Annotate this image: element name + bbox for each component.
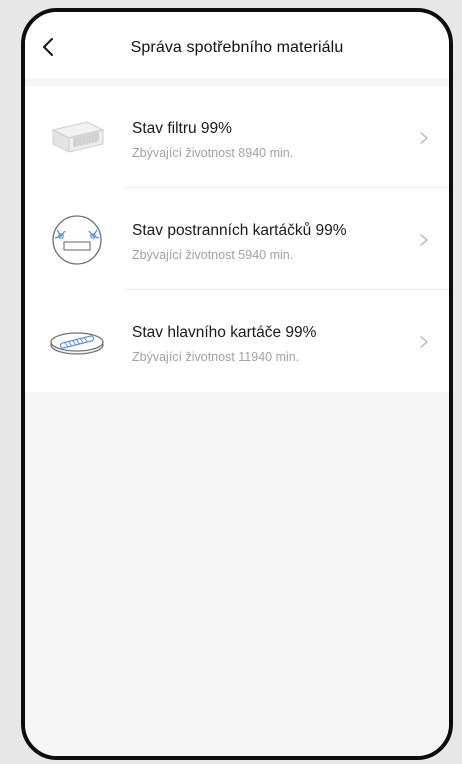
consumable-remaining: Zbývající životnost 11940 min. bbox=[132, 350, 300, 364]
chevron-right-icon bbox=[420, 336, 428, 348]
consumable-remaining: Zbývající životnost 8940 min. bbox=[132, 146, 294, 160]
consumable-remaining: Zbývající životnost 5940 min. bbox=[132, 248, 294, 262]
consumable-row-main-brush[interactable]: Stav hlavního kartáče 99% Zbývající živo… bbox=[25, 290, 449, 392]
empty-area bbox=[25, 392, 449, 756]
consumable-title: Stav filtru 99% bbox=[132, 120, 232, 137]
header: Správa spotřebního materiálu bbox=[25, 12, 449, 78]
chevron-right-icon bbox=[420, 234, 428, 246]
consumable-title: Stav hlavního kartáče 99% bbox=[132, 324, 317, 341]
consumable-title: Stav postranních kartáčků 99% bbox=[132, 222, 347, 239]
phone-frame: Správa spotřebního materiálu Stav filtru… bbox=[21, 8, 453, 760]
main-brush-icon bbox=[50, 332, 104, 355]
consumable-row-filter[interactable]: Stav filtru 99% Zbývající životnost 8940… bbox=[25, 86, 449, 188]
filter-icon bbox=[51, 121, 105, 153]
consumables-list: Stav filtru 99% Zbývající životnost 8940… bbox=[25, 86, 449, 392]
chevron-right-icon bbox=[420, 132, 428, 144]
page-title: Správa spotřebního materiálu bbox=[130, 39, 344, 56]
side-brush-icon bbox=[52, 215, 102, 265]
consumable-row-side-brush[interactable]: Stav postranních kartáčků 99% Zbývající … bbox=[25, 188, 449, 290]
